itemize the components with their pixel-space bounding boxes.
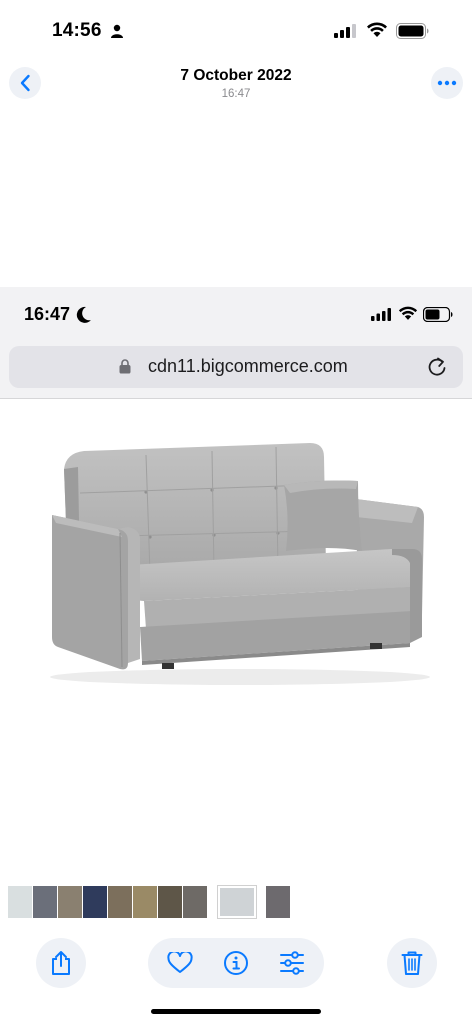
cellular-signal-icon <box>334 24 356 38</box>
info-button[interactable] <box>222 949 250 977</box>
wifi-icon <box>398 306 418 320</box>
action-group <box>148 938 324 988</box>
moon-icon <box>76 306 91 323</box>
adjust-button[interactable] <box>278 949 306 977</box>
share-icon <box>52 951 70 975</box>
wifi-icon <box>367 22 387 37</box>
delete-button[interactable] <box>387 938 437 988</box>
status-time: 14:56 <box>52 20 102 41</box>
bottom-toolbar <box>0 938 472 990</box>
favorite-button[interactable] <box>166 949 194 977</box>
reload-icon[interactable] <box>427 356 447 378</box>
thumbnail[interactable] <box>133 886 157 918</box>
photo-time-subtitle: 16:47 <box>221 88 251 100</box>
product-image-area <box>0 399 472 867</box>
thumbnail[interactable] <box>183 886 207 918</box>
info-icon <box>224 951 248 975</box>
sliders-icon <box>280 951 304 975</box>
url-text: cdn11.bigcommerce.com <box>148 356 348 376</box>
ellipsis-icon <box>437 80 457 86</box>
screenshot-status-bar: 16:47 <box>0 287 472 343</box>
thumbnail[interactable] <box>58 886 82 918</box>
thumbnail[interactable] <box>266 886 290 918</box>
thumbnail[interactable] <box>108 886 132 918</box>
heart-icon <box>167 952 193 973</box>
thumbnail[interactable] <box>83 886 107 918</box>
more-button[interactable] <box>431 67 463 99</box>
browser-address-area: cdn11.bigcommerce.com <box>0 343 472 399</box>
trash-icon <box>401 951 423 975</box>
cellular-signal-icon <box>371 308 391 321</box>
battery-icon <box>396 23 429 39</box>
sofa-image <box>50 443 430 685</box>
battery-icon <box>423 307 453 322</box>
photo-date-title: 7 October 2022 <box>180 67 292 84</box>
home-indicator[interactable] <box>151 1009 321 1014</box>
address-bar[interactable]: cdn11.bigcommerce.com <box>9 346 463 388</box>
lock-icon <box>119 359 131 374</box>
screenshot-status-time: 16:47 <box>24 304 71 324</box>
thumbnail[interactable] <box>158 886 182 918</box>
thumbnail-strip[interactable] <box>0 886 472 920</box>
thumbnail[interactable] <box>33 886 57 918</box>
navigation-bar: 7 October 2022 16:47 <box>0 58 472 112</box>
status-bar: 14:56 <box>0 0 472 62</box>
thumbnail[interactable] <box>8 886 32 918</box>
thumbnail-selected[interactable] <box>218 886 256 918</box>
photo-viewer-image[interactable]: 16:47 cdn11.bigcommerce.com <box>0 287 472 867</box>
share-button[interactable] <box>36 938 86 988</box>
person-icon <box>111 24 123 38</box>
